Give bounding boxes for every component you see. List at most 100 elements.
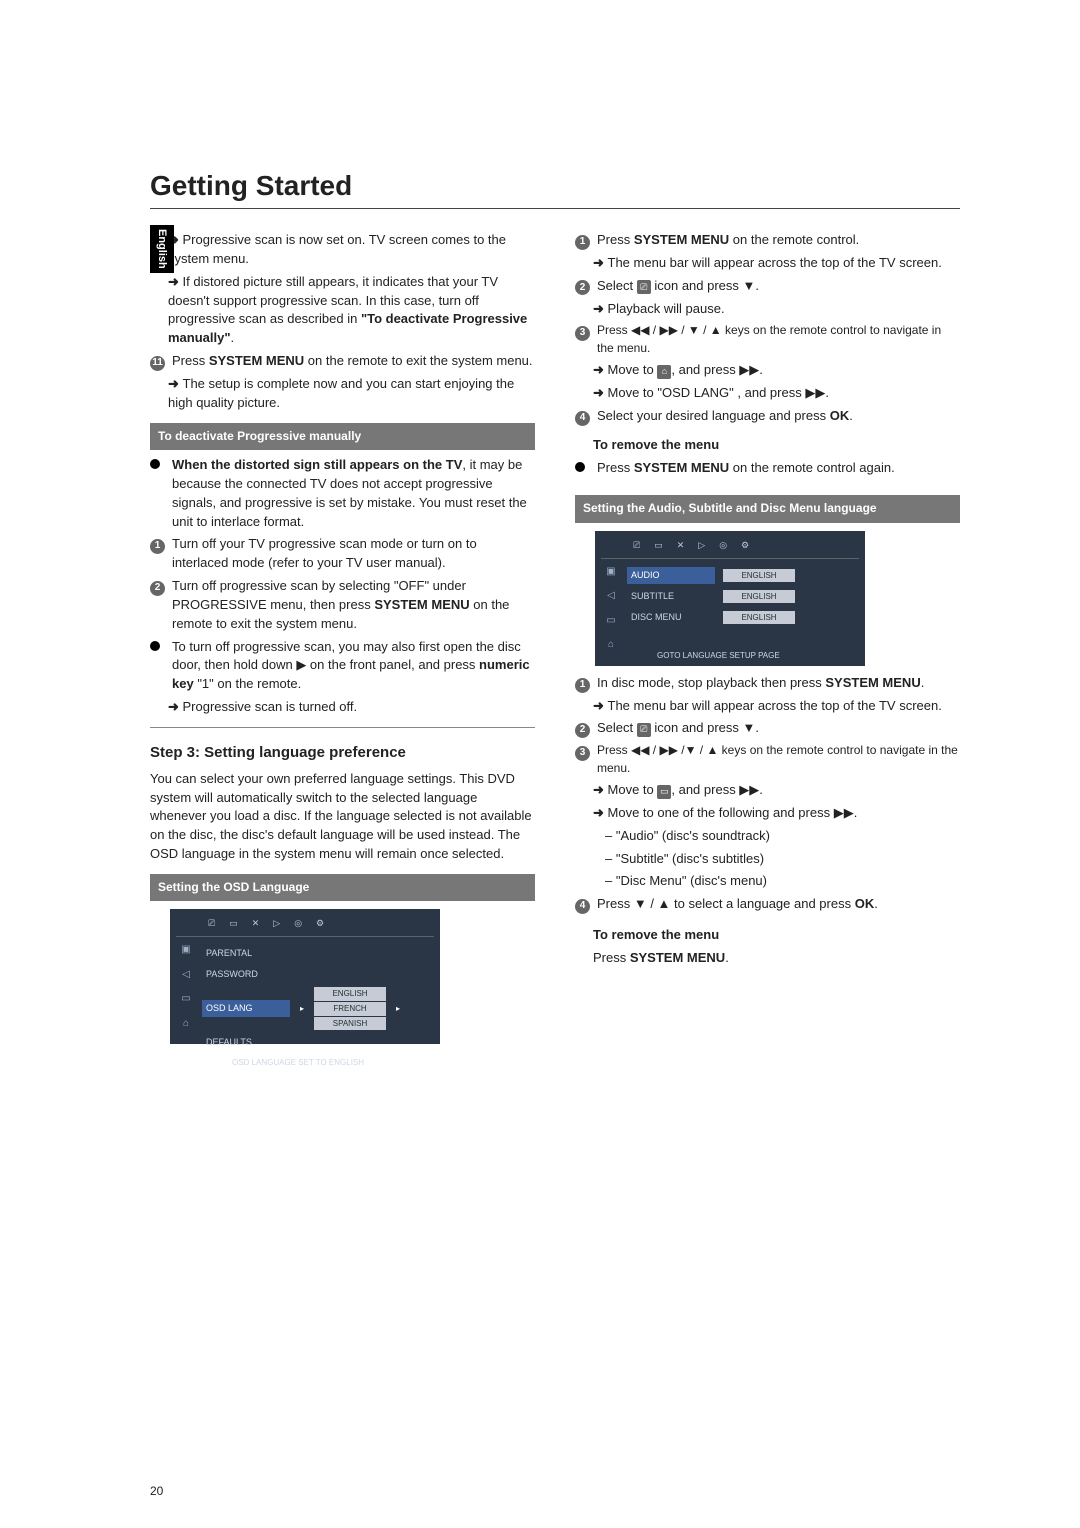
substep-alt: To turn off progressive scan, you may al… bbox=[150, 638, 535, 695]
r-step-3: 3 Press ◀◀ / ▶▶ / ▼ / ▲ keys on the remo… bbox=[575, 322, 960, 357]
step-number-1: 1 bbox=[575, 678, 590, 693]
text: on the remote control. bbox=[729, 232, 859, 247]
substep-1: 1 Turn off your TV progressive scan mode… bbox=[150, 535, 535, 573]
note-menu-bar: The menu bar will appear across the top … bbox=[593, 254, 960, 273]
osd-row-label: OSD LANG bbox=[202, 1000, 290, 1017]
text: on the remote control again. bbox=[729, 460, 895, 475]
note-menu-bar-2: The menu bar will appear across the top … bbox=[593, 697, 960, 716]
text-bold: When the distorted sign still appears on… bbox=[172, 457, 462, 472]
text: icon and press ▼. bbox=[651, 720, 759, 735]
osd-row-label: AUDIO bbox=[627, 567, 715, 584]
step-number-3: 3 bbox=[575, 746, 590, 761]
text: . bbox=[921, 675, 925, 690]
text: "1" on the remote. bbox=[194, 676, 302, 691]
text-bold: SYSTEM MENU bbox=[374, 597, 469, 612]
note-move-one-of: Move to one of the following and press ▶… bbox=[593, 804, 960, 823]
substep-2: 2 Turn off progressive scan by selecting… bbox=[150, 577, 535, 634]
title-rule bbox=[150, 208, 960, 209]
osd-screenshot-1: ⎚ ▭ ✕ ▷ ◎ ⚙ ▣◁▭⌂ PARENTAL PASSWORD O bbox=[170, 909, 440, 1044]
osd-icon: ◎ bbox=[294, 917, 302, 930]
divider bbox=[150, 727, 535, 728]
remove-menu-heading-2: To remove the menu bbox=[593, 926, 960, 945]
osd-icon: ⎚ bbox=[208, 917, 215, 930]
step-number-1: 1 bbox=[575, 235, 590, 250]
osd2-top-icons: ⎚▭✕▷◎⚙ bbox=[601, 537, 859, 559]
page-title: Getting Started bbox=[150, 170, 960, 202]
osd-row-label: DEFAULTS bbox=[202, 1034, 290, 1051]
text: . bbox=[231, 330, 235, 345]
osd-icon: ✕ bbox=[252, 917, 260, 930]
settings-icon: ⎚ bbox=[637, 280, 651, 294]
note-move-icon: Move to ⌂, and press ▶▶. bbox=[593, 361, 960, 380]
osd-option: ENGLISH bbox=[314, 987, 386, 1001]
osd-row-label: SUBTITLE bbox=[627, 588, 715, 605]
text: . bbox=[849, 408, 853, 423]
opt-subtitle: – "Subtitle" (disc's subtitles) bbox=[605, 850, 960, 869]
remove-menu-step-2: Press SYSTEM MENU. bbox=[593, 949, 960, 968]
text: Select bbox=[597, 720, 637, 735]
text: Move to bbox=[608, 782, 658, 797]
note-move-lang-icon: Move to ▭, and press ▶▶. bbox=[593, 781, 960, 800]
text: , and press ▶▶. bbox=[671, 362, 763, 377]
t-step-4: 4 Press ▼ / ▲ to select a language and p… bbox=[575, 895, 960, 914]
text: In disc mode, stop playback then press bbox=[597, 675, 825, 690]
tri-icon: ▸ bbox=[298, 1003, 306, 1015]
bar-audio-subtitle: Setting the Audio, Subtitle and Disc Men… bbox=[575, 495, 960, 522]
note-progressive-set: Progressive scan is now set on. TV scree… bbox=[168, 231, 535, 269]
osd-icon: ⚙ bbox=[316, 917, 324, 930]
osd-icon: ▷ bbox=[273, 917, 280, 930]
step-number-4: 4 bbox=[575, 411, 590, 426]
step-11: 11 Press SYSTEM MENU on the remote to ex… bbox=[150, 352, 535, 371]
r-step-4: 4 Select your desired language and press… bbox=[575, 407, 960, 426]
language-tab: English bbox=[150, 225, 174, 273]
text-bold: SYSTEM MENU bbox=[209, 353, 304, 368]
r-step-1: 1 Press SYSTEM MENU on the remote contro… bbox=[575, 231, 960, 250]
note-move-osdlang: Move to "OSD LANG" , and press ▶▶. bbox=[593, 384, 960, 403]
osd-status: OSD LANGUAGE SET TO ENGLISH bbox=[202, 1053, 434, 1069]
note-distorted: If distored picture still appears, it in… bbox=[168, 273, 535, 348]
text: To turn off progressive scan, you may al… bbox=[172, 639, 521, 673]
text: on the remote to exit the system menu. bbox=[304, 353, 532, 368]
osd1-side-icons: ▣◁▭⌂ bbox=[176, 943, 196, 1069]
bar-osd-language: Setting the OSD Language bbox=[150, 874, 535, 901]
text: . bbox=[874, 896, 878, 911]
osd-icon: ▭ bbox=[229, 917, 238, 930]
left-column: Progressive scan is now set on. TV scree… bbox=[150, 227, 535, 1052]
osd-row-selected: OSD LANG ▸ ENGLISH FRENCH SPANISH ▸ bbox=[202, 985, 434, 1032]
osd-status: GOTO LANGUAGE SETUP PAGE bbox=[627, 646, 859, 662]
osd-row-label: PARENTAL bbox=[202, 945, 290, 962]
osd2-rows: AUDIOENGLISH SUBTITLEENGLISH DISC MENUEN… bbox=[627, 565, 859, 662]
bullet-dot bbox=[575, 462, 585, 472]
step-number-11: 11 bbox=[150, 356, 165, 371]
osd-option: ENGLISH bbox=[723, 611, 795, 625]
text-bold: OK bbox=[855, 896, 875, 911]
t-step-1: 1 In disc mode, stop playback then press… bbox=[575, 674, 960, 693]
remove-menu-step: Press SYSTEM MENU on the remote control … bbox=[575, 459, 960, 478]
step-number-4: 4 bbox=[575, 899, 590, 914]
osd2-side-icons: ▣◁▭⌂ bbox=[601, 565, 621, 662]
bullet-dot bbox=[150, 641, 160, 651]
step-number-1: 1 bbox=[150, 539, 165, 554]
opt-discmenu: – "Disc Menu" (disc's menu) bbox=[605, 872, 960, 891]
text: , and press ▶▶. bbox=[671, 782, 763, 797]
text: Move to bbox=[608, 362, 658, 377]
bar-deactivate-progressive: To deactivate Progressive manually bbox=[150, 423, 535, 450]
step-number-2: 2 bbox=[575, 723, 590, 738]
osd-row-label: DISC MENU bbox=[627, 609, 715, 626]
text: Press ◀◀ / ▶▶ / ▼ / ▲ keys on the remote… bbox=[597, 322, 960, 357]
t-step-2: 2 Select ⎚ icon and press ▼. bbox=[575, 719, 960, 738]
text: Select bbox=[597, 278, 637, 293]
opt-audio: – "Audio" (disc's soundtrack) bbox=[605, 827, 960, 846]
lang-icon: ▭ bbox=[657, 785, 671, 799]
note-setup-complete: The setup is complete now and you can st… bbox=[168, 375, 535, 413]
warning-distorted: When the distorted sign still appears on… bbox=[150, 456, 535, 531]
text: Press bbox=[597, 232, 634, 247]
text: Press ◀◀ / ▶▶ /▼ / ▲ keys on the remote … bbox=[597, 742, 960, 777]
osd-option: SPANISH bbox=[314, 1017, 386, 1031]
osd-row-label: PASSWORD bbox=[202, 966, 290, 983]
bullet-dot bbox=[150, 459, 160, 469]
settings-icon: ⎚ bbox=[637, 723, 651, 737]
osd-screenshot-2: ⎚▭✕▷◎⚙ ▣◁▭⌂ AUDIOENGLISH SUBTITLEENGLISH… bbox=[595, 531, 865, 666]
right-column: 1 Press SYSTEM MENU on the remote contro… bbox=[575, 227, 960, 1052]
text: Press bbox=[597, 460, 634, 475]
